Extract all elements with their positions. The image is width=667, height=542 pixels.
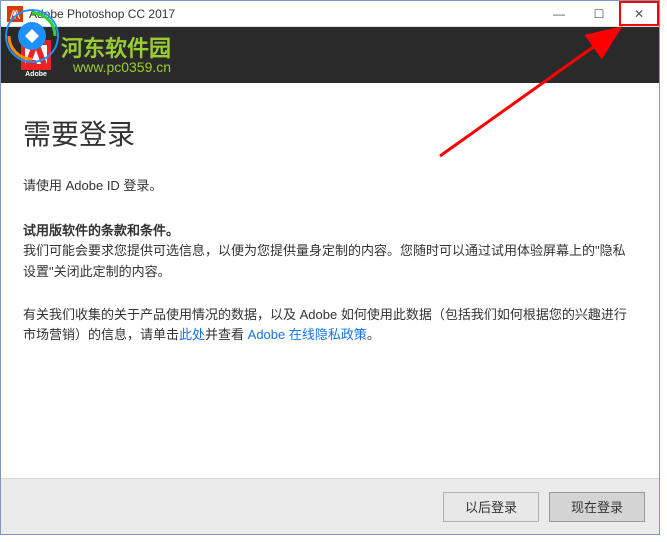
data-text-part2: 并查看	[205, 327, 248, 342]
footer: 以后登录 现在登录	[1, 478, 659, 534]
link-here[interactable]: 此处	[179, 327, 205, 342]
close-button[interactable]: ✕	[619, 1, 659, 26]
subtitle: 请使用 Adobe ID 登录。	[23, 175, 637, 194]
main-title: 需要登录	[23, 113, 637, 153]
link-privacy-policy[interactable]: Adobe 在线隐私政策	[248, 327, 367, 342]
terms-title: 试用版软件的条款和条件。	[23, 220, 637, 239]
watermark-url: www.pc0359.cn	[73, 59, 171, 75]
adobe-label: Adobe	[25, 71, 47, 78]
watermark-logo-icon	[5, 9, 59, 63]
content-area: 需要登录 请使用 Adobe ID 登录。 试用版软件的条款和条件。 我们可能会…	[1, 83, 659, 346]
terms-text: 我们可能会要求您提供可选信息，以便为您提供量身定制的内容。您随时可以通过试用体验…	[23, 241, 637, 283]
data-text-part3: 。	[367, 327, 380, 342]
login-later-button[interactable]: 以后登录	[443, 492, 539, 522]
maximize-button[interactable]: ☐	[579, 1, 619, 26]
minimize-button[interactable]: —	[539, 1, 579, 26]
app-window: Adobe Photoshop CC 2017 — ☐ ✕ Adobe 河东软件…	[0, 0, 660, 535]
login-now-button[interactable]: 现在登录	[549, 492, 645, 522]
window-title: Adobe Photoshop CC 2017	[29, 7, 539, 21]
titlebar: Adobe Photoshop CC 2017 — ☐ ✕	[1, 1, 659, 27]
data-usage-text: 有关我们收集的关于产品使用情况的数据，以及 Adobe 如何使用此数据（包括我们…	[23, 305, 637, 347]
window-controls: — ☐ ✕	[539, 1, 659, 26]
